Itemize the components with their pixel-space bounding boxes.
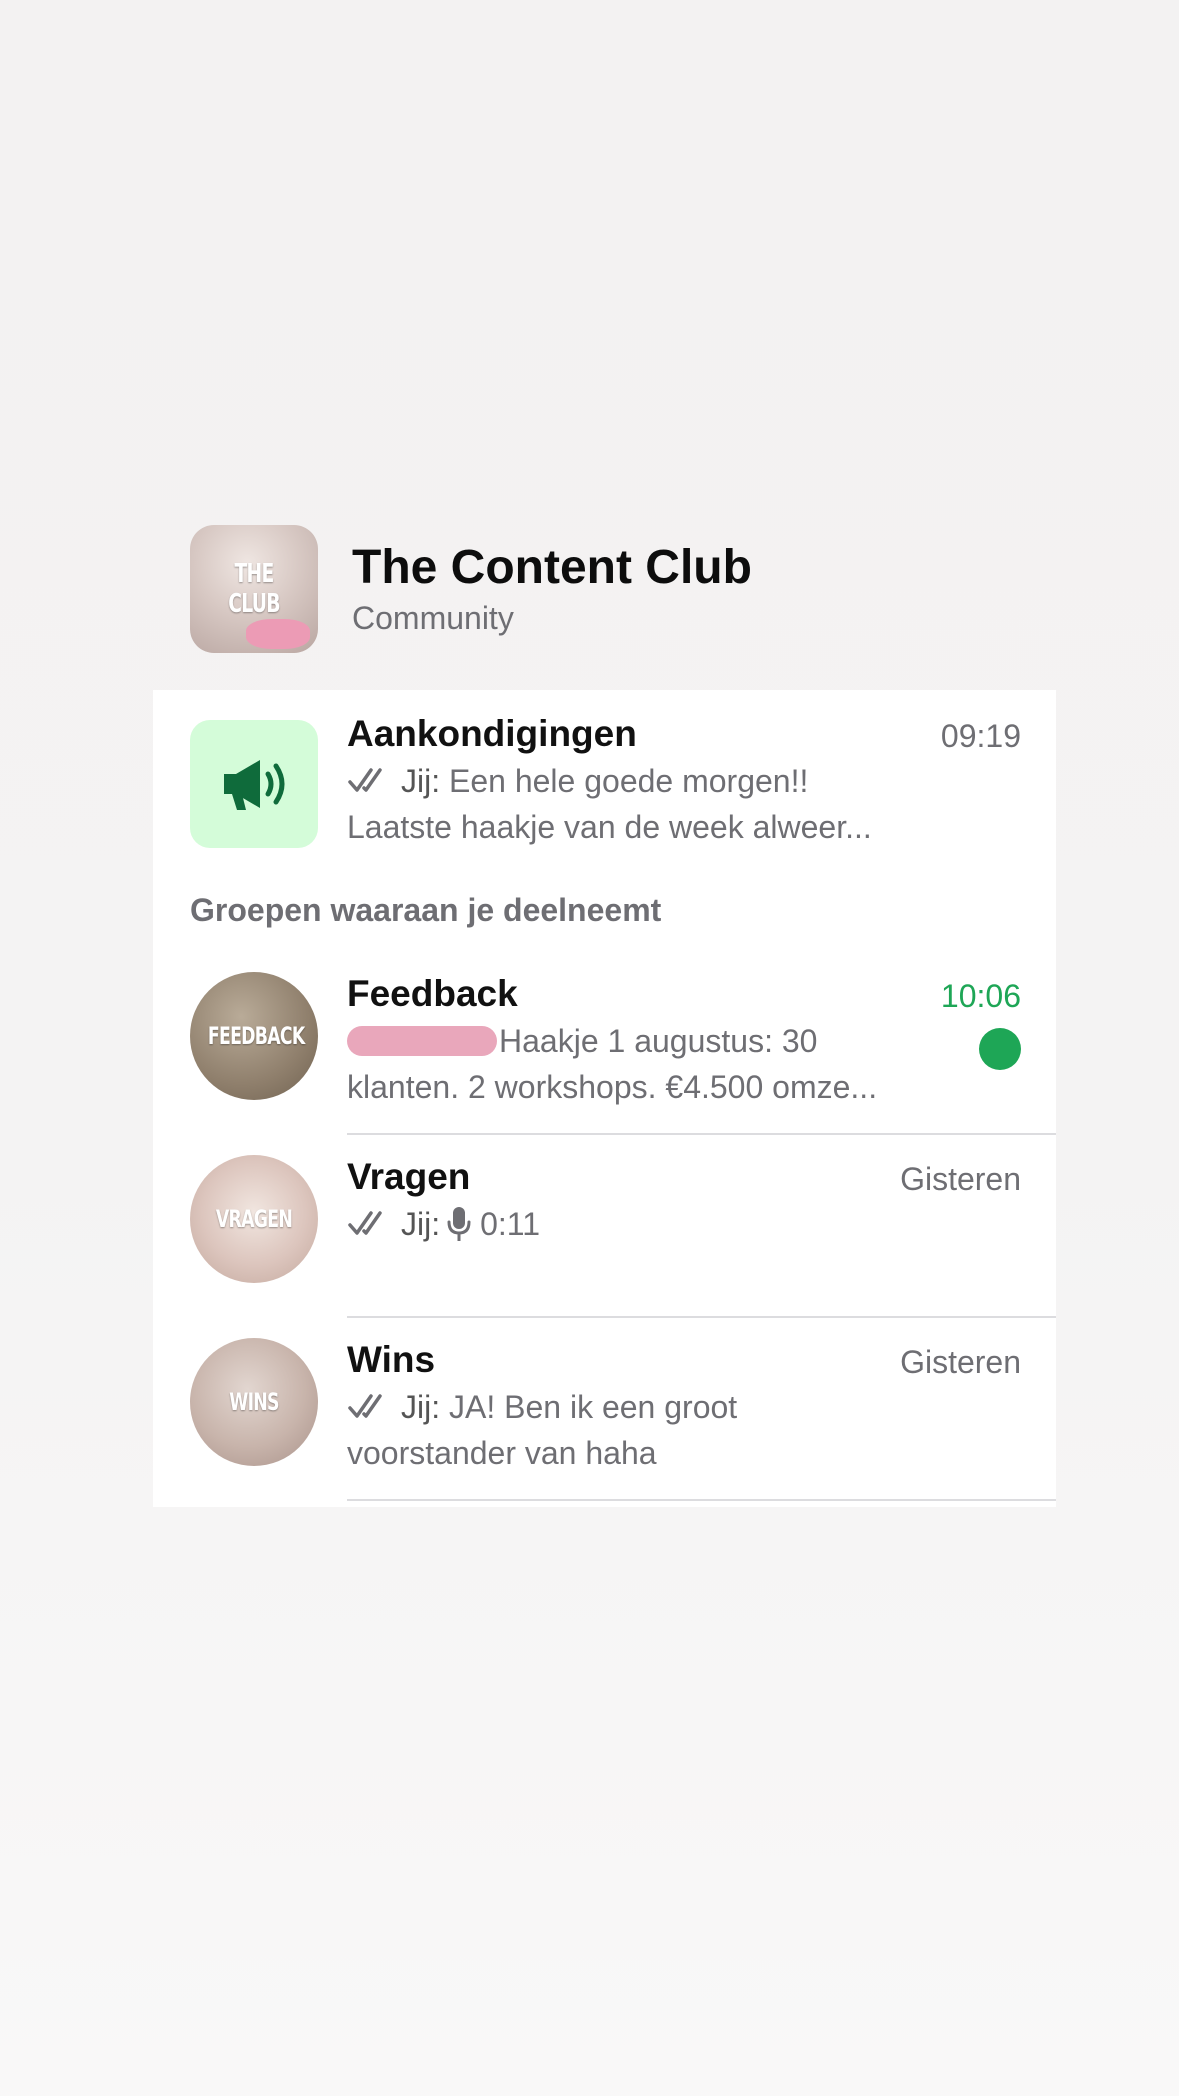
community-title: The Content Club <box>352 541 752 594</box>
chat-time: Gisteren <box>900 1161 1021 1197</box>
microphone-icon <box>447 1207 471 1241</box>
preview-line-1: Haakje 1 augustus: 30 <box>499 1023 818 1059</box>
chat-preview: Jij: Een hele goede morgen!! Laatste haa… <box>347 758 947 850</box>
group-avatar: WINS <box>190 1338 318 1466</box>
group-avatar-label: FEEDBACK <box>207 1022 305 1050</box>
double-check-icon <box>348 1394 382 1418</box>
megaphone-icon <box>190 720 318 848</box>
community-avatar[interactable]: THE CLUB <box>190 525 318 653</box>
double-check-icon <box>348 768 382 792</box>
chat-title: Feedback <box>347 973 518 1014</box>
preview-line-1: JA! Ben ik een groot <box>449 1389 738 1425</box>
preview-line-2: Laatste haakje van de week alweer... <box>347 809 872 845</box>
group-avatar: VRAGEN <box>190 1155 318 1283</box>
row-divider <box>347 1499 1056 1501</box>
avatar-photo-detail <box>246 619 310 649</box>
group-avatar: FEEDBACK <box>190 972 318 1100</box>
sender-label: Jij: <box>401 1206 441 1242</box>
unread-indicator <box>979 1028 1021 1070</box>
group-avatar-label: WINS <box>229 1388 279 1416</box>
chat-time: 09:19 <box>940 718 1021 754</box>
chat-row-vragen[interactable]: VRAGEN Vragen Gisteren Jij: 0:11 <box>153 1135 1056 1317</box>
double-check-icon <box>348 1211 382 1235</box>
sender-label: Jij: <box>401 763 441 799</box>
group-avatar-label: VRAGEN <box>215 1205 293 1233</box>
community-subtitle: Community <box>352 600 514 636</box>
chat-preview: Haakje 1 augustus: 30 klanten. 2 worksho… <box>347 1018 927 1110</box>
chat-row-feedback[interactable]: FEEDBACK Feedback 10:06 Haakje 1 augustu… <box>153 950 1056 1134</box>
community-avatar-label: THE CLUB <box>228 559 280 619</box>
chat-row-announcements[interactable]: Aankondigingen 09:19 Jij: Een hele goede… <box>153 690 1056 880</box>
chat-preview: Jij: 0:11 <box>347 1201 947 1247</box>
chat-time: 10:06 <box>940 978 1021 1014</box>
preview-line-2: voorstander van haha <box>347 1435 657 1471</box>
chat-title: Aankondigingen <box>347 713 637 754</box>
preview-line-1: Een hele goede morgen!! <box>449 763 809 799</box>
sender-label: Jij: <box>401 1389 441 1425</box>
redacted-sender <box>347 1026 497 1056</box>
chat-title: Wins <box>347 1339 436 1380</box>
chat-time: Gisteren <box>900 1344 1021 1380</box>
preview-line-2: klanten. 2 workshops. €4.500 omze... <box>347 1069 878 1105</box>
community-header[interactable]: THE CLUB The Content Club Community <box>190 524 752 654</box>
chat-preview: Jij: JA! Ben ik een groot voorstander va… <box>347 1384 947 1476</box>
community-chat-list: Aankondigingen 09:19 Jij: Een hele goede… <box>153 690 1056 1507</box>
voice-duration: 0:11 <box>480 1206 541 1242</box>
groups-section-label: Groepen waaraan je deelneemt <box>190 892 662 928</box>
chat-title: Vragen <box>347 1156 471 1197</box>
chat-row-wins[interactable]: WINS Wins Gisteren Jij: JA! Ben ik een g… <box>153 1318 1056 1504</box>
